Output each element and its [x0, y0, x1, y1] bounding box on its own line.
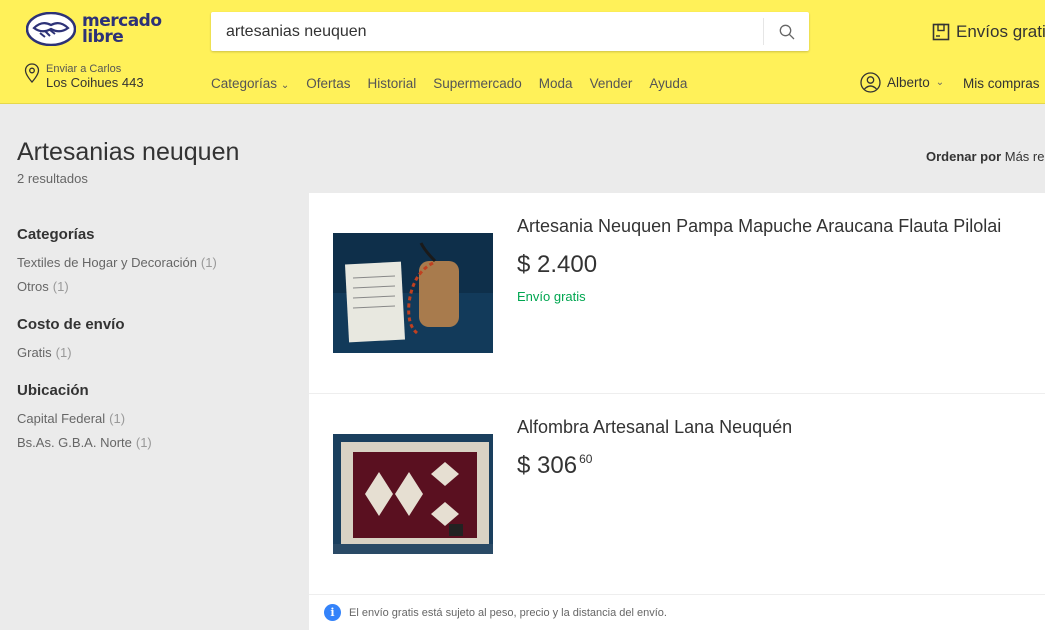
- filter-group-categorias: Categorías Textiles de Hogar y Decoració…: [17, 226, 297, 294]
- search-input[interactable]: [211, 12, 763, 51]
- result-item[interactable]: Artesania Neuquen Pampa Mapuche Araucana…: [309, 193, 1045, 394]
- filter-title: Categorías: [17, 226, 95, 243]
- filter-item[interactable]: Textiles de Hogar y Decoración (1): [17, 255, 297, 270]
- product-price: $ 306 60: [517, 452, 593, 479]
- results-count: 2 resultados: [17, 171, 88, 186]
- logo-text: mercado libre: [82, 11, 162, 47]
- handshake-logo-icon: [26, 12, 76, 46]
- result-item[interactable]: Alfombra Artesanal Lana Neuquén $ 306 60: [309, 394, 1045, 595]
- main-nav: Categorías ⌄ Ofertas Historial Supermerc…: [211, 76, 687, 91]
- price-cents: 60: [579, 452, 593, 466]
- product-title[interactable]: Alfombra Artesanal Lana Neuquén: [517, 417, 792, 438]
- sort-label: Ordenar por: [926, 149, 1002, 164]
- search-bar: [211, 12, 809, 51]
- filter-item[interactable]: Otros (1): [17, 279, 297, 294]
- address-value: Los Coihues 443: [46, 75, 144, 90]
- address-label: Enviar a Carlos: [46, 63, 122, 75]
- nav-ayuda[interactable]: Ayuda: [649, 76, 687, 91]
- user-menu[interactable]: Alberto ⌄: [860, 72, 944, 93]
- nav-categorias[interactable]: Categorías ⌄: [211, 76, 289, 91]
- location-pin-icon: [24, 63, 40, 83]
- product-price: $ 2.400: [517, 251, 598, 278]
- shipping-footnote: i El envío gratis está sujeto al peso, p…: [309, 595, 1045, 630]
- sort-control[interactable]: Ordenar por Más relevantes: [926, 149, 1045, 164]
- nav-ofertas[interactable]: Ofertas: [306, 76, 350, 91]
- nav-vender[interactable]: Vender: [590, 76, 633, 91]
- chevron-down-icon: ⌄: [935, 77, 945, 88]
- product-title[interactable]: Artesania Neuquen Pampa Mapuche Araucana…: [517, 216, 1001, 237]
- results-list: Artesania Neuquen Pampa Mapuche Araucana…: [309, 193, 1045, 630]
- filter-item[interactable]: Bs.As. G.B.A. Norte (1): [17, 435, 297, 450]
- search-icon: [779, 24, 794, 39]
- header: mercado libre Envíos gratis Enviar a Car…: [0, 0, 1045, 104]
- box-icon: [932, 23, 950, 41]
- user-avatar-icon: [860, 72, 881, 93]
- filter-group-ubicacion: Ubicación Capital Federal (1) Bs.As. G.B.…: [17, 382, 297, 450]
- filter-item[interactable]: Capital Federal (1): [17, 411, 297, 426]
- filter-item[interactable]: Gratis (1): [17, 345, 297, 360]
- mercadolibre-logo[interactable]: mercado libre: [26, 12, 162, 46]
- nav-moda[interactable]: Moda: [539, 76, 573, 91]
- nav-historial[interactable]: Historial: [367, 76, 416, 91]
- info-icon: i: [324, 604, 341, 621]
- nav-supermercado[interactable]: Supermercado: [433, 76, 522, 91]
- my-purchases-link[interactable]: Mis compras: [963, 76, 1040, 91]
- user-name: Alberto: [887, 75, 930, 90]
- filter-title: Costo de envío: [17, 316, 125, 333]
- filters-sidebar: Categorías Textiles de Hogar y Decoració…: [17, 226, 297, 472]
- footnote-text: El envío gratis está sujeto al peso, pre…: [349, 606, 667, 619]
- search-button[interactable]: [763, 18, 809, 45]
- delivery-address[interactable]: Enviar a Carlos Los Coihues 443: [24, 63, 144, 91]
- free-shipping-label: Envíos gratis: [956, 22, 1045, 41]
- free-shipping-label: Envío gratis: [517, 289, 586, 304]
- page-title: Artesanias neuquen: [17, 138, 240, 166]
- product-image-rug[interactable]: [333, 434, 493, 554]
- free-shipping-banner[interactable]: Envíos gratis: [932, 22, 1045, 42]
- sort-value: Más relevantes: [1004, 149, 1045, 164]
- product-image-flute[interactable]: [333, 233, 493, 353]
- filter-group-envio: Costo de envío Gratis (1): [17, 316, 297, 360]
- filter-title: Ubicación: [17, 382, 89, 399]
- chevron-down-icon: ⌄: [280, 80, 290, 91]
